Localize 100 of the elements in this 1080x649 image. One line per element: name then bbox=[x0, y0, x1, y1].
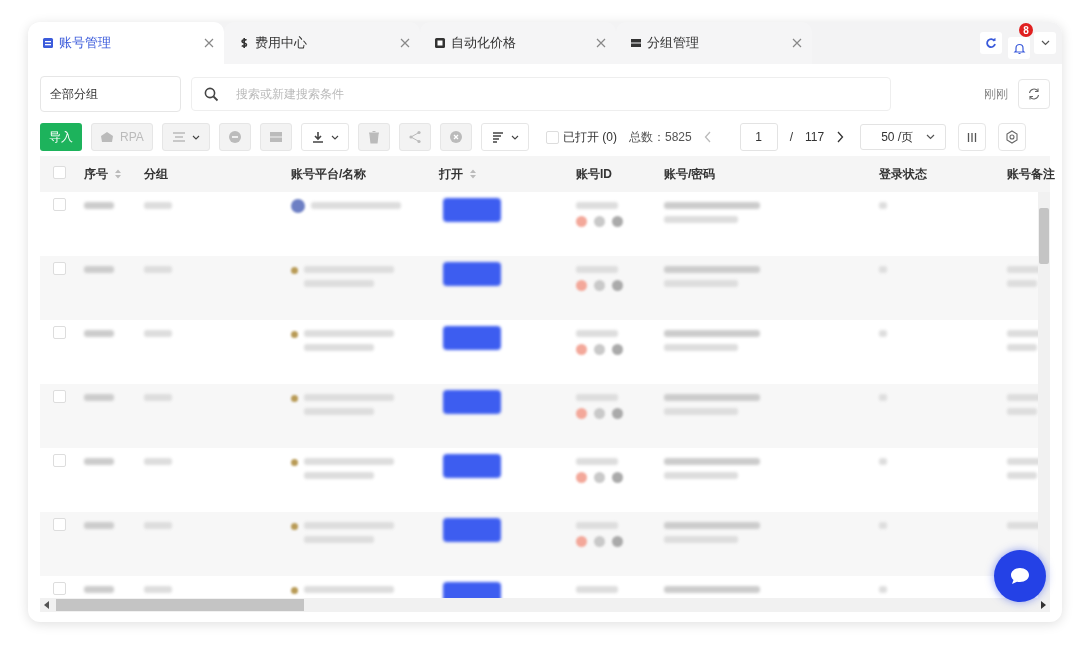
settings-icon bbox=[1005, 130, 1020, 144]
platform-icon bbox=[291, 199, 305, 213]
more-menu-button[interactable] bbox=[1034, 32, 1056, 54]
column-header: 账号平台/名称 bbox=[291, 165, 367, 183]
chat-icon bbox=[1009, 566, 1031, 586]
status-icons bbox=[576, 344, 623, 355]
sort-icon[interactable] bbox=[469, 168, 477, 180]
column-header: 账号备注 bbox=[1007, 165, 1055, 183]
row-checkbox[interactable] bbox=[53, 198, 66, 211]
blurred-text bbox=[879, 266, 887, 273]
reload-icon bbox=[1027, 87, 1041, 101]
blurred-text bbox=[84, 458, 114, 465]
scroll-left-icon[interactable] bbox=[44, 601, 50, 609]
notification-button[interactable] bbox=[1008, 37, 1030, 59]
platform-icon bbox=[291, 267, 298, 274]
open-button[interactable] bbox=[443, 518, 501, 542]
open-button[interactable] bbox=[443, 198, 501, 222]
refresh-button[interactable] bbox=[980, 32, 1002, 54]
clear-icon bbox=[449, 130, 463, 144]
status-icons bbox=[576, 472, 623, 483]
blurred-text bbox=[576, 202, 618, 209]
blurred-text bbox=[84, 394, 114, 401]
refresh-icon bbox=[985, 37, 997, 49]
group-select[interactable]: 全部分组 bbox=[40, 76, 181, 112]
blurred-text bbox=[576, 394, 618, 401]
notification-badge: 8 bbox=[1019, 23, 1033, 37]
columns-button[interactable] bbox=[958, 123, 987, 151]
sort-button[interactable] bbox=[481, 123, 529, 151]
blurred-text bbox=[1007, 472, 1037, 479]
row-checkbox[interactable] bbox=[53, 582, 66, 595]
blurred-text bbox=[576, 266, 618, 273]
blurred-text bbox=[576, 586, 618, 593]
sort-icon bbox=[491, 130, 505, 144]
blurred-text bbox=[1007, 522, 1038, 529]
blurred-text bbox=[84, 330, 114, 337]
blurred-text bbox=[304, 536, 374, 543]
stack-icon bbox=[269, 130, 283, 144]
row-checkbox[interactable] bbox=[53, 390, 66, 403]
blurred-text bbox=[1007, 266, 1038, 273]
select-all-checkbox[interactable] bbox=[53, 166, 66, 179]
platform-icon bbox=[291, 395, 298, 402]
scroll-right-icon[interactable] bbox=[1040, 601, 1046, 609]
filter-icon bbox=[172, 130, 186, 144]
page-input[interactable]: 1 bbox=[739, 123, 778, 151]
blurred-text bbox=[144, 330, 172, 337]
previous-page-icon[interactable] bbox=[703, 131, 712, 143]
caret-icon bbox=[926, 134, 936, 140]
next-page-icon[interactable] bbox=[836, 131, 845, 143]
page-size-select[interactable]: 50 /页 bbox=[860, 124, 947, 150]
open-button[interactable] bbox=[443, 390, 501, 414]
close-icon[interactable] bbox=[596, 38, 606, 48]
caret-icon bbox=[331, 134, 339, 140]
caret-icon bbox=[192, 134, 200, 140]
vertical-scrollbar[interactable] bbox=[1038, 192, 1050, 598]
blurred-text bbox=[1007, 280, 1037, 287]
row-checkbox[interactable] bbox=[53, 262, 66, 275]
dollar-icon bbox=[238, 37, 250, 49]
tab-label: 账号管理 bbox=[59, 34, 112, 52]
row-checkbox[interactable] bbox=[53, 326, 66, 339]
tab[interactable]: 账号管理 bbox=[28, 22, 224, 64]
updated-time: 刚刚 bbox=[984, 85, 1008, 103]
open-button[interactable] bbox=[443, 454, 501, 478]
open-button[interactable] bbox=[443, 326, 501, 350]
blurred-text bbox=[576, 522, 618, 529]
platform-icon bbox=[291, 523, 298, 530]
robot-icon bbox=[100, 130, 115, 144]
blurred-text bbox=[879, 586, 887, 593]
caret-icon bbox=[1040, 40, 1050, 46]
row-checkbox[interactable] bbox=[53, 454, 66, 467]
platform-icon bbox=[291, 459, 298, 466]
share-icon bbox=[408, 130, 422, 144]
horizontal-scrollbar[interactable] bbox=[40, 598, 1050, 612]
sort-icon[interactable] bbox=[114, 168, 122, 180]
blurred-text bbox=[144, 522, 172, 529]
close-icon[interactable] bbox=[204, 38, 214, 48]
blurred-text bbox=[144, 202, 172, 209]
settings-button[interactable] bbox=[998, 123, 1027, 151]
tag-icon bbox=[434, 37, 446, 49]
open-button[interactable] bbox=[443, 262, 501, 286]
page-separator: / bbox=[789, 130, 794, 144]
blurred-text bbox=[576, 330, 618, 337]
blurred-text bbox=[1007, 330, 1038, 337]
search-field[interactable]: 搜索或新建搜索条件 bbox=[191, 77, 891, 111]
blurred-text bbox=[144, 394, 172, 401]
tab-label: 分组管理 bbox=[647, 34, 700, 52]
close-icon[interactable] bbox=[792, 38, 802, 48]
row-checkbox[interactable] bbox=[53, 518, 66, 531]
opened-filter-checkbox[interactable]: 已打开 (0) bbox=[546, 128, 617, 146]
download-button[interactable] bbox=[301, 123, 349, 151]
blurred-text bbox=[576, 458, 618, 465]
platform-icon bbox=[291, 331, 298, 338]
reload-button[interactable] bbox=[1018, 79, 1050, 109]
blurred-text bbox=[84, 266, 114, 273]
blurred-text bbox=[879, 458, 887, 465]
close-icon[interactable] bbox=[400, 38, 410, 48]
user-card-icon bbox=[42, 37, 54, 49]
search-icon bbox=[204, 87, 219, 102]
blurred-text bbox=[879, 330, 887, 337]
status-icons bbox=[576, 280, 623, 291]
blurred-text bbox=[879, 522, 887, 529]
